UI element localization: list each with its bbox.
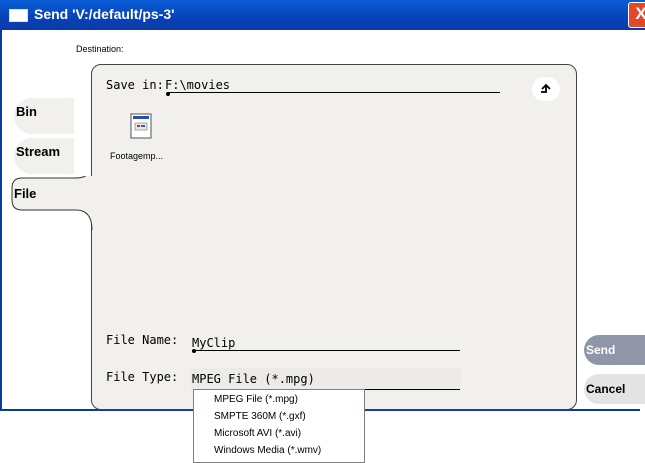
file-type-option-mpg[interactable]: MPEG File (*.mpg) <box>214 394 298 405</box>
file-type-dropdown: MPEG File (*.mpg) SMPTE 360M (*.gxf) Mic… <box>193 389 365 463</box>
cancel-button[interactable]: Cancel <box>584 374 645 404</box>
up-arrow-icon <box>541 83 551 93</box>
file-item-label[interactable]: Footagemp... <box>110 151 163 161</box>
close-button[interactable]: X <box>628 2 645 28</box>
file-type-option-avi[interactable]: Microsoft AVI (*.avi) <box>214 428 301 439</box>
save-in-underline <box>167 92 500 93</box>
tab-stream[interactable]: Stream <box>16 144 60 159</box>
tab-file-shape <box>11 176 96 230</box>
save-in-caret <box>166 92 170 96</box>
destination-label: Destination: <box>76 44 124 54</box>
file-name-label: File Name: <box>106 333 179 347</box>
file-type-option-wmv[interactable]: Windows Media (*.wmv) <box>214 445 321 456</box>
file-type-option-gxf[interactable]: SMPTE 360M (*.gxf) <box>214 411 306 422</box>
file-name-caret <box>192 349 196 353</box>
save-in-input[interactable]: F:\movies <box>165 78 230 92</box>
title-bar: Send 'V:/default/ps-3' X <box>0 0 645 30</box>
file-name-underline <box>194 350 460 351</box>
tab-file[interactable]: File <box>14 186 36 201</box>
file-browser-panel <box>91 64 577 410</box>
tab-bin[interactable]: Bin <box>16 104 37 119</box>
file-type-value[interactable]: MPEG File (*.mpg) <box>192 372 315 386</box>
save-in-label: Save in: <box>106 78 164 92</box>
up-folder-button[interactable] <box>532 77 560 101</box>
media-file-icon[interactable] <box>130 113 152 139</box>
send-button[interactable]: Send <box>584 335 645 365</box>
file-type-label: File Type: <box>106 370 179 384</box>
window-icon <box>9 9 28 22</box>
window-title: Send 'V:/default/ps-3' <box>34 6 175 22</box>
file-name-input[interactable]: MyClip <box>192 336 235 350</box>
